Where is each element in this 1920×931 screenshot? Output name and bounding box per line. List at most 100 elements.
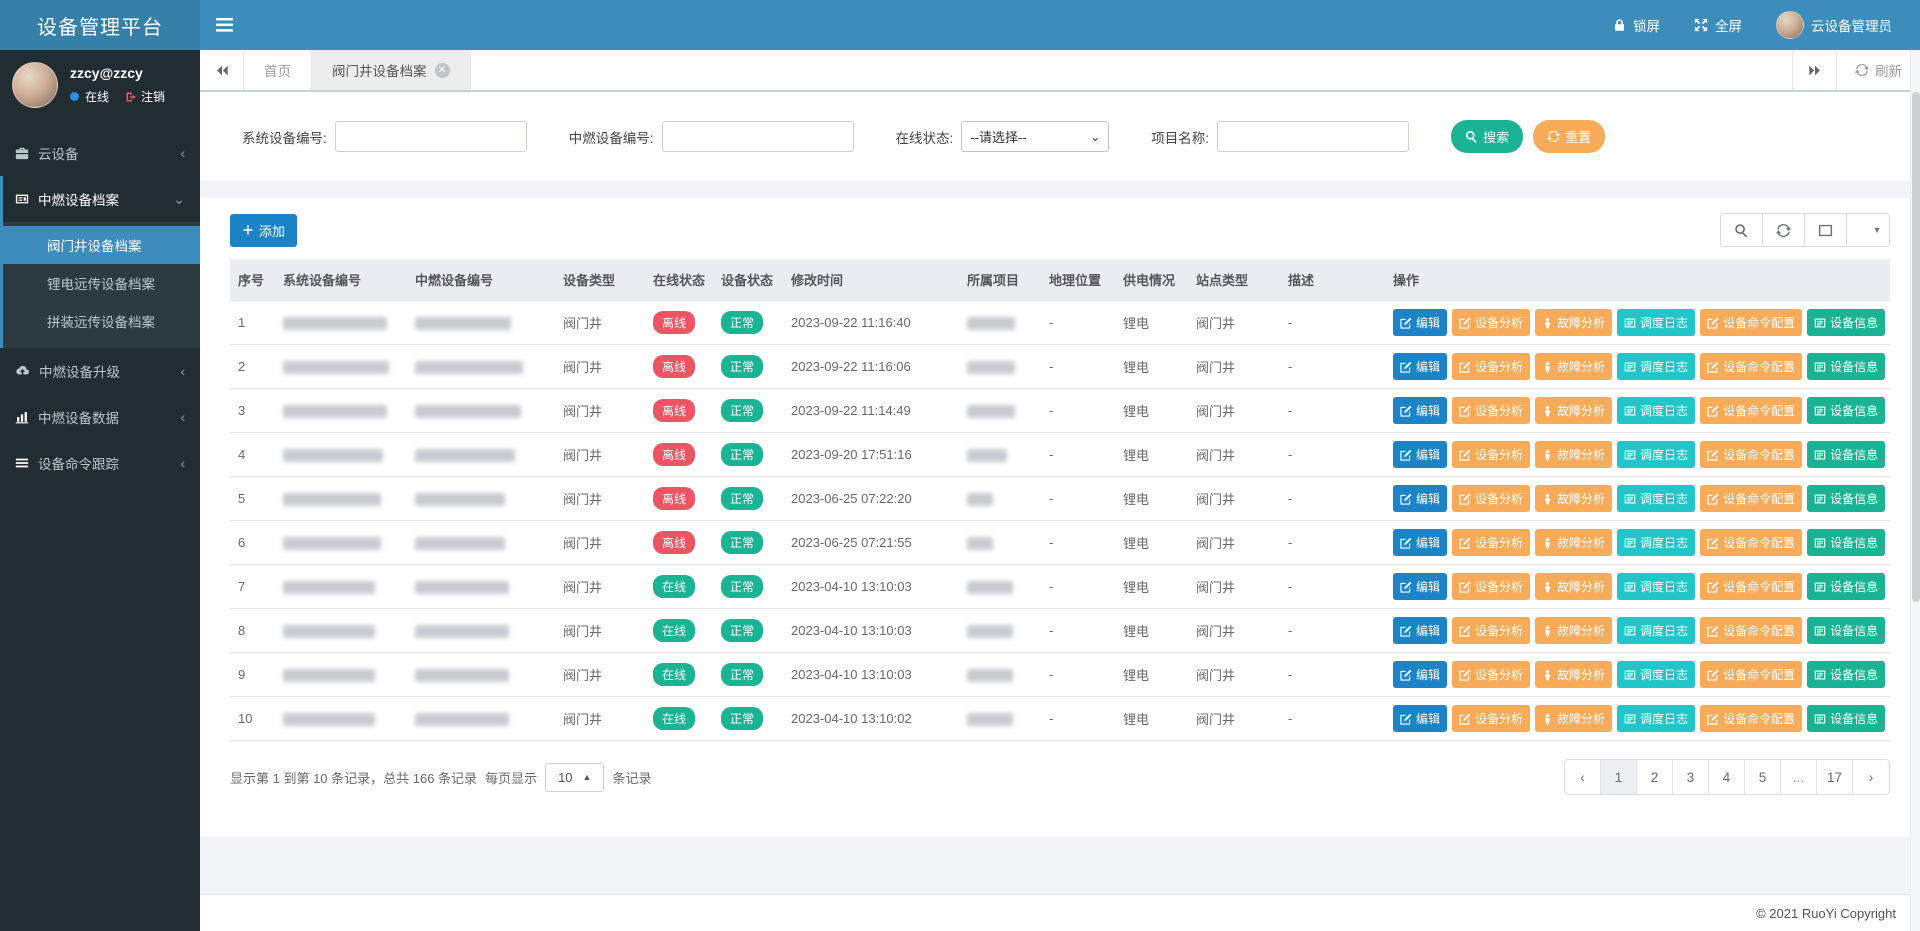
fault-analysis-button[interactable]: 故障分析 bbox=[1535, 441, 1612, 468]
project-name-input[interactable] bbox=[1217, 121, 1409, 152]
fault-analysis-button[interactable]: 故障分析 bbox=[1535, 705, 1612, 732]
table-view-button[interactable]: ▾ bbox=[1847, 214, 1889, 246]
device-command-config-button[interactable]: 设备命令配置 bbox=[1700, 353, 1802, 380]
page-button-...[interactable]: ... bbox=[1781, 760, 1817, 794]
device-command-config-button[interactable]: 设备命令配置 bbox=[1700, 617, 1802, 644]
sidebar-item-device-upgrade[interactable]: 中燃设备升级 ‹ bbox=[0, 348, 200, 394]
tab-valve-well-archive[interactable]: 阀门井设备档案 ✕ bbox=[312, 50, 471, 90]
tabs-scroll-right-button[interactable] bbox=[1792, 50, 1836, 90]
tabs-scroll-left-button[interactable] bbox=[200, 50, 244, 90]
edit-button[interactable]: 编辑 bbox=[1393, 441, 1447, 468]
system-device-no-input[interactable] bbox=[335, 121, 527, 152]
device-analysis-button[interactable]: 设备分析 bbox=[1452, 617, 1530, 644]
device-command-config-button[interactable]: 设备命令配置 bbox=[1700, 485, 1802, 512]
device-analysis-button[interactable]: 设备分析 bbox=[1452, 353, 1530, 380]
fault-analysis-button[interactable]: 故障分析 bbox=[1535, 661, 1612, 688]
device-analysis-button[interactable]: 设备分析 bbox=[1452, 661, 1530, 688]
device-command-config-button[interactable]: 设备命令配置 bbox=[1700, 309, 1802, 336]
sidebar-item-device-archive[interactable]: 中燃设备档案 ⌄ bbox=[3, 176, 200, 222]
add-button[interactable]: 添加 bbox=[230, 214, 297, 247]
page-button-4[interactable]: 4 bbox=[1709, 760, 1745, 794]
next-page-button[interactable]: › bbox=[1853, 760, 1889, 794]
dispatch-log-button[interactable]: 调度日志 bbox=[1617, 573, 1695, 600]
page-scrollbar[interactable] bbox=[1910, 50, 1920, 931]
dispatch-log-button[interactable]: 调度日志 bbox=[1617, 353, 1695, 380]
edit-button[interactable]: 编辑 bbox=[1393, 397, 1447, 424]
fault-analysis-button[interactable]: 故障分析 bbox=[1535, 397, 1612, 424]
device-info-button[interactable]: 设备信息 bbox=[1807, 705, 1885, 732]
device-analysis-button[interactable]: 设备分析 bbox=[1452, 485, 1530, 512]
device-analysis-button[interactable]: 设备分析 bbox=[1452, 573, 1530, 600]
gas-device-no-input[interactable] bbox=[662, 121, 854, 152]
device-command-config-button[interactable]: 设备命令配置 bbox=[1700, 705, 1802, 732]
device-info-button[interactable]: 设备信息 bbox=[1807, 309, 1885, 336]
tab-refresh-button[interactable]: 刷新 bbox=[1836, 50, 1920, 90]
table-columns-button[interactable] bbox=[1805, 214, 1847, 246]
device-info-button[interactable]: 设备信息 bbox=[1807, 441, 1885, 468]
tab-close-icon[interactable]: ✕ bbox=[435, 63, 450, 78]
sidebar-item-assembled-remote-archive[interactable]: 拼装远传设备档案 bbox=[3, 302, 200, 340]
user-menu[interactable]: 云设备管理员 bbox=[1776, 11, 1892, 39]
edit-button[interactable]: 编辑 bbox=[1393, 529, 1447, 556]
edit-button[interactable]: 编辑 bbox=[1393, 485, 1447, 512]
lock-screen-button[interactable]: 锁屏 bbox=[1613, 15, 1660, 35]
fault-analysis-button[interactable]: 故障分析 bbox=[1535, 617, 1612, 644]
dispatch-log-button[interactable]: 调度日志 bbox=[1617, 529, 1695, 556]
fault-analysis-button[interactable]: 故障分析 bbox=[1535, 353, 1612, 380]
edit-button[interactable]: 编辑 bbox=[1393, 309, 1447, 336]
device-info-button[interactable]: 设备信息 bbox=[1807, 573, 1885, 600]
device-info-button[interactable]: 设备信息 bbox=[1807, 353, 1885, 380]
page-button-2[interactable]: 2 bbox=[1637, 760, 1673, 794]
dispatch-log-button[interactable]: 调度日志 bbox=[1617, 441, 1695, 468]
edit-button[interactable]: 编辑 bbox=[1393, 705, 1447, 732]
tab-home[interactable]: 首页 bbox=[244, 50, 312, 90]
device-analysis-button[interactable]: 设备分析 bbox=[1452, 397, 1530, 424]
device-command-config-button[interactable]: 设备命令配置 bbox=[1700, 573, 1802, 600]
scrollbar-thumb[interactable] bbox=[1912, 92, 1920, 602]
table-search-button[interactable] bbox=[1721, 214, 1763, 246]
online-status-select[interactable]: --请选择-- ⌄ bbox=[961, 121, 1109, 152]
page-button-3[interactable]: 3 bbox=[1673, 760, 1709, 794]
edit-button[interactable]: 编辑 bbox=[1393, 661, 1447, 688]
table-refresh-button[interactable] bbox=[1763, 214, 1805, 246]
dispatch-log-button[interactable]: 调度日志 bbox=[1617, 309, 1695, 336]
device-info-button[interactable]: 设备信息 bbox=[1807, 485, 1885, 512]
search-button[interactable]: 搜索 bbox=[1451, 120, 1523, 153]
device-info-button[interactable]: 设备信息 bbox=[1807, 661, 1885, 688]
dispatch-log-button[interactable]: 调度日志 bbox=[1617, 397, 1695, 424]
device-analysis-button[interactable]: 设备分析 bbox=[1452, 309, 1530, 336]
device-command-config-button[interactable]: 设备命令配置 bbox=[1700, 441, 1802, 468]
reset-button[interactable]: 重置 bbox=[1533, 120, 1605, 153]
dispatch-log-button[interactable]: 调度日志 bbox=[1617, 617, 1695, 644]
device-command-config-button[interactable]: 设备命令配置 bbox=[1700, 397, 1802, 424]
fault-analysis-button[interactable]: 故障分析 bbox=[1535, 485, 1612, 512]
page-button-17[interactable]: 17 bbox=[1817, 760, 1853, 794]
page-size-select[interactable]: 10 ▲ bbox=[545, 763, 604, 792]
dispatch-log-button[interactable]: 调度日志 bbox=[1617, 661, 1695, 688]
logout-button[interactable]: 注销 bbox=[125, 88, 165, 105]
page-button-5[interactable]: 5 bbox=[1745, 760, 1781, 794]
fault-analysis-button[interactable]: 故障分析 bbox=[1535, 309, 1612, 336]
device-info-button[interactable]: 设备信息 bbox=[1807, 617, 1885, 644]
device-analysis-button[interactable]: 设备分析 bbox=[1452, 441, 1530, 468]
device-info-button[interactable]: 设备信息 bbox=[1807, 529, 1885, 556]
sidebar-item-valve-well-archive[interactable]: 阀门井设备档案 bbox=[3, 226, 200, 264]
page-button-1[interactable]: 1 bbox=[1601, 760, 1637, 794]
sidebar-item-cloud-device[interactable]: 云设备 ‹ bbox=[0, 130, 200, 176]
dispatch-log-button[interactable]: 调度日志 bbox=[1617, 705, 1695, 732]
device-info-button[interactable]: 设备信息 bbox=[1807, 397, 1885, 424]
edit-button[interactable]: 编辑 bbox=[1393, 353, 1447, 380]
sidebar-toggle-button[interactable]: svg rect{fill:#fff} bbox=[200, 0, 248, 50]
fullscreen-button[interactable]: 全屏 bbox=[1694, 15, 1742, 35]
device-analysis-button[interactable]: 设备分析 bbox=[1452, 705, 1530, 732]
sidebar-item-device-data[interactable]: 中燃设备数据 ‹ bbox=[0, 394, 200, 440]
edit-button[interactable]: 编辑 bbox=[1393, 617, 1447, 644]
device-command-config-button[interactable]: 设备命令配置 bbox=[1700, 529, 1802, 556]
sidebar-item-command-tracking[interactable]: 设备命令跟踪 ‹ bbox=[0, 440, 200, 486]
edit-button[interactable]: 编辑 bbox=[1393, 573, 1447, 600]
fault-analysis-button[interactable]: 故障分析 bbox=[1535, 529, 1612, 556]
device-analysis-button[interactable]: 设备分析 bbox=[1452, 529, 1530, 556]
device-command-config-button[interactable]: 设备命令配置 bbox=[1700, 661, 1802, 688]
sidebar-item-lithium-remote-archive[interactable]: 锂电远传设备档案 bbox=[3, 264, 200, 302]
fault-analysis-button[interactable]: 故障分析 bbox=[1535, 573, 1612, 600]
